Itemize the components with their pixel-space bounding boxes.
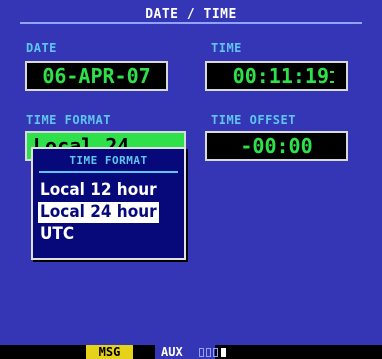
page-indicator-1-icon: [199, 348, 204, 357]
page-indicator-2-icon: [206, 348, 211, 357]
option-utc[interactable]: UTC: [38, 224, 76, 245]
page-indicator-3-icon: [213, 348, 218, 357]
time-value: 00:11:19: [232, 64, 329, 88]
msg-annunciator[interactable]: MSG: [86, 345, 133, 359]
time-offset-label: TIME OFFSET: [211, 113, 296, 127]
page-group-name: AUX: [161, 345, 183, 359]
time-offset-value: -00:00: [240, 134, 313, 158]
page-indicator-4-icon: [221, 348, 226, 357]
date-field[interactable]: 06-APR-07: [25, 61, 168, 91]
time-format-popup: TIME FORMAT Local 12 hour Local 24 hour …: [31, 147, 186, 260]
status-bar: MSG AUX: [0, 345, 382, 359]
date-value: 06-APR-07: [42, 64, 151, 88]
time-format-label: TIME FORMAT: [26, 113, 111, 127]
time-offset-field[interactable]: -00:00: [205, 131, 348, 161]
option-local-24-hour[interactable]: Local 24 hour: [38, 202, 159, 223]
seconds-indicator-icon: [330, 71, 334, 83]
page-title: DATE / TIME: [145, 7, 237, 22]
time-label: TIME: [211, 41, 242, 55]
gps-screen: DATE / TIME DATE 06-APR-07 TIME 00:11:19…: [0, 0, 382, 359]
popup-title: TIME FORMAT: [69, 154, 148, 167]
time-field: 00:11:19: [205, 61, 348, 91]
date-label: DATE: [26, 41, 57, 55]
popup-divider: [39, 171, 178, 173]
option-local-12-hour[interactable]: Local 12 hour: [38, 180, 159, 201]
title-divider: [20, 22, 362, 24]
